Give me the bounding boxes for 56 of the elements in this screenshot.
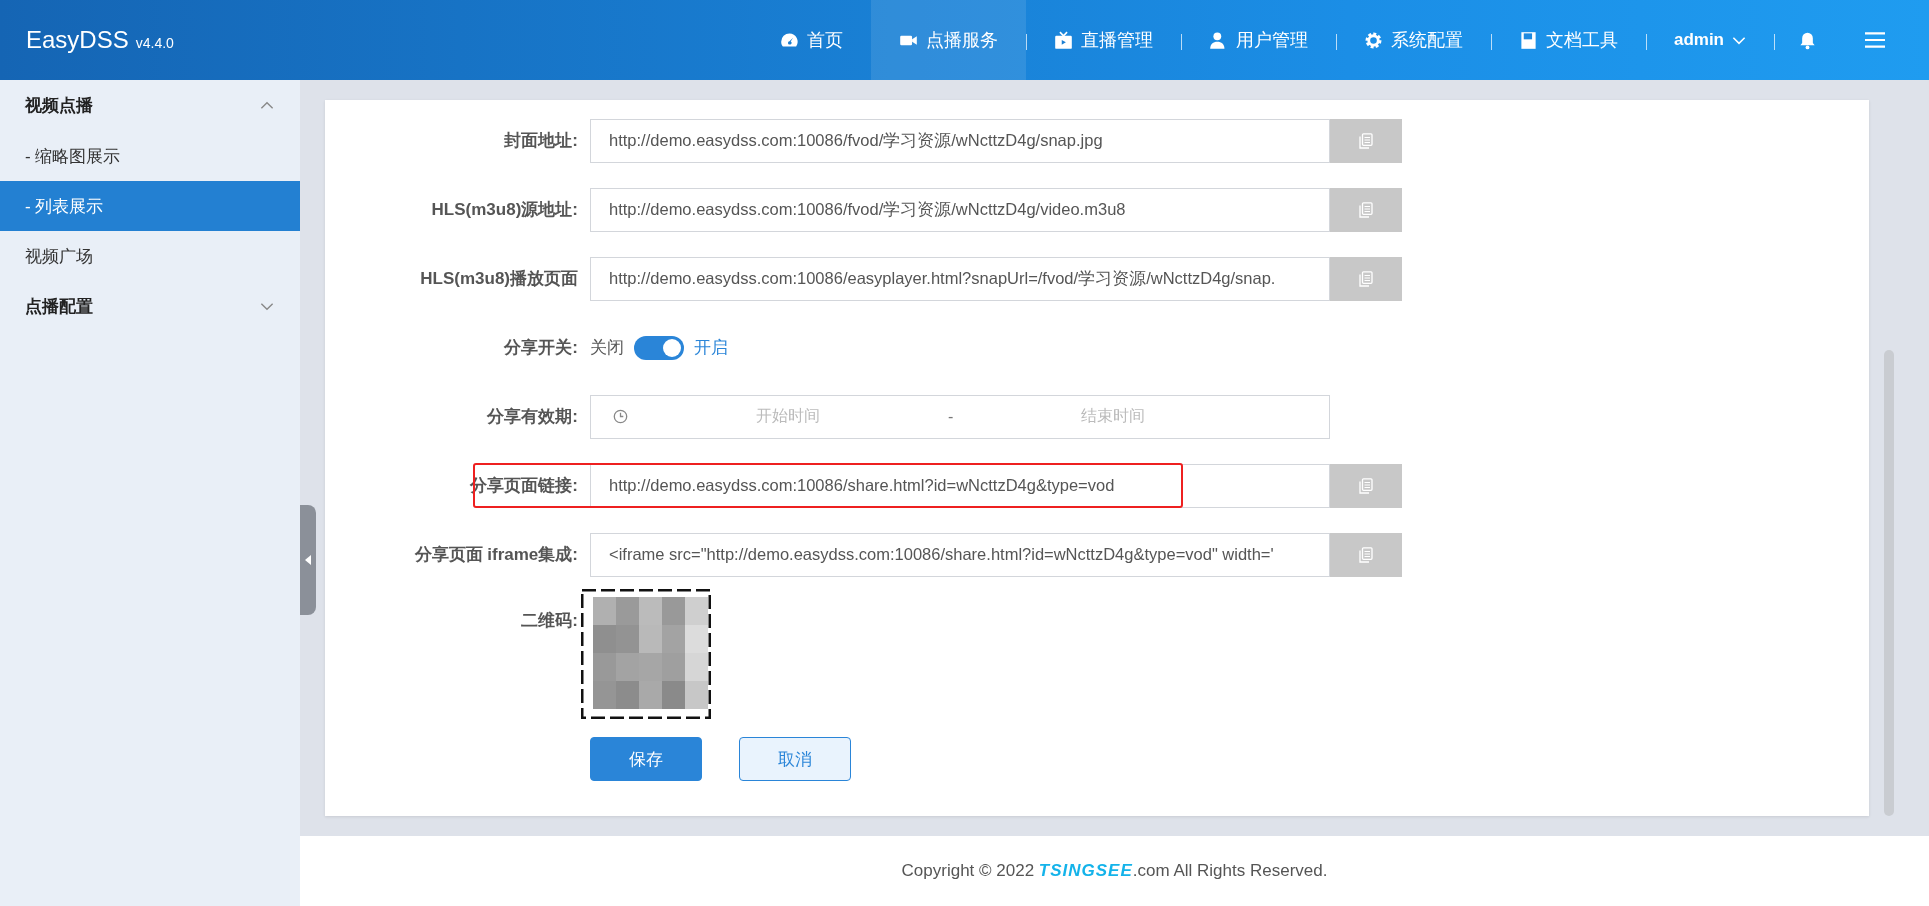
field-label: 二维码: — [520, 610, 579, 632]
share-toggle[interactable] — [634, 335, 684, 360]
save-button[interactable]: 保存 — [590, 737, 702, 781]
date-range-field[interactable]: 开始时间 - 结束时间 — [590, 394, 1330, 439]
nav-tab[interactable]: 文档工具 — [1490, 0, 1646, 80]
scrollbar[interactable] — [1884, 350, 1894, 816]
bell-icon — [1798, 30, 1817, 50]
field-label: HLS(m3u8)播放页面 — [419, 268, 579, 290]
caret-icon — [1732, 35, 1746, 45]
version-label: v4.4.0 — [135, 35, 174, 51]
field-label: 分享开关: — [503, 337, 579, 359]
menu-group[interactable]: 点播配置 — [0, 281, 300, 332]
url-field[interactable]: http://demo.easydss.com:10086/easyplayer.html?snapUrl=/fvod/学习资源/wNcttzD4g/snap. — [590, 256, 1330, 301]
collapse-handle[interactable] — [300, 505, 316, 615]
copy-icon — [1359, 477, 1373, 494]
copy-icon — [1359, 201, 1373, 218]
clock-icon — [613, 409, 628, 424]
brand-logo[interactable]: TSINGSEE — [1038, 861, 1133, 880]
copy-icon — [1359, 546, 1373, 563]
switch-off-label: 关闭 — [590, 337, 624, 359]
app-logo: EasyDSS — [26, 26, 129, 54]
copy-button[interactable] — [1330, 463, 1402, 508]
sidebar-item[interactable]: 视频广场 — [0, 231, 300, 281]
copy-icon — [1359, 132, 1373, 149]
url-field[interactable]: http://demo.easydss.com:10086/share.html?id=wNcttzD4g&type=vod — [590, 463, 1330, 508]
sidebar-item[interactable]: - 列表展示 — [0, 181, 300, 231]
sidebar-item[interactable]: - 缩略图展示 — [0, 131, 300, 181]
copy-button[interactable] — [1330, 118, 1402, 163]
document-icon — [1518, 30, 1538, 50]
url-field[interactable]: http://demo.easydss.com:10086/fvod/学习资源/wNcttzD4g/video.m3u8 — [590, 187, 1330, 232]
field-label: 分享页面 iframe集成: — [413, 544, 579, 566]
field-label: HLS(m3u8)源地址: — [430, 199, 579, 221]
chevron-icon — [260, 101, 274, 110]
copy-button[interactable] — [1330, 187, 1402, 232]
nav-tab[interactable]: 首页 — [751, 0, 871, 80]
left-arrow-icon — [305, 555, 311, 565]
url-field[interactable]: <iframe src="http://demo.easydss.com:10086/share.html?id=wNcttzD4g&type=vod" width=' — [590, 532, 1330, 577]
copyright-text: Copyright © 2022 TSINGSEE.com All Rights Reserved. — [901, 861, 1328, 881]
user-menu[interactable]: admin — [1645, 0, 1774, 80]
copy-button[interactable] — [1330, 532, 1402, 577]
field-label: 分享有效期: — [486, 406, 579, 428]
nav-tab[interactable]: 点播服务 — [870, 0, 1026, 80]
copy-icon — [1359, 270, 1373, 287]
field-label: 封面地址: — [503, 130, 579, 152]
tv-icon — [1053, 30, 1073, 50]
nav-tab[interactable]: 系统配置 — [1335, 0, 1491, 80]
nav-tab[interactable]: 用户管理 — [1180, 0, 1336, 80]
menu-group[interactable]: 视频点播 — [0, 80, 300, 131]
nav-tab[interactable]: 直播管理 — [1025, 0, 1181, 80]
menu-icon — [1865, 32, 1885, 48]
settings-icon — [1363, 30, 1383, 50]
chevron-icon — [260, 302, 274, 311]
switch-on-label: 开启 — [694, 337, 728, 359]
cancel-button[interactable]: 取消 — [739, 737, 851, 781]
copy-button[interactable] — [1330, 256, 1402, 301]
url-field[interactable]: http://demo.easydss.com:10086/fvod/学习资源/wNcttzD4g/snap.jpg — [590, 118, 1330, 163]
